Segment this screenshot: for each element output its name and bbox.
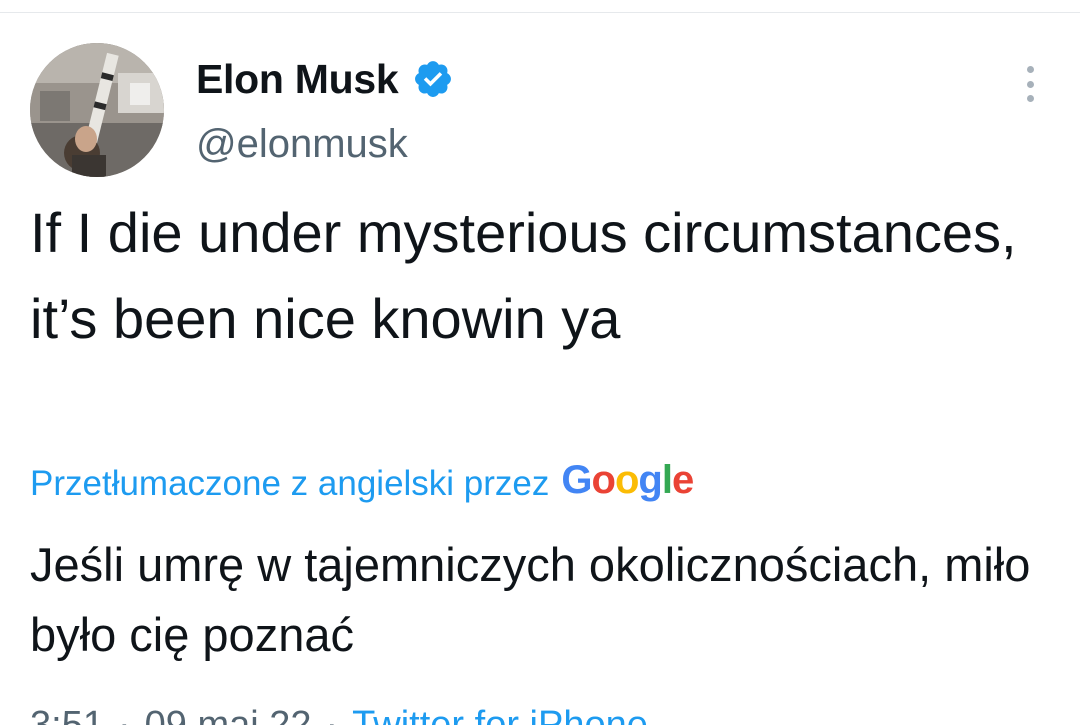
google-logo: Google xyxy=(561,458,694,502)
translated-text: Jeśli umrę w tajemniczych okolicznościac… xyxy=(30,538,1031,661)
more-dot xyxy=(1026,80,1034,88)
tweet-source[interactable]: Twitter for iPhone xyxy=(352,700,648,725)
translation-label[interactable]: Przetłumaczone z angielski przez xyxy=(30,464,549,504)
tweet-meta: 3:51 · 09 maj 22 · Twitter for iPhone xyxy=(30,700,648,725)
author-name[interactable]: Elon Musk xyxy=(196,58,399,100)
meta-separator: · xyxy=(117,704,131,725)
avatar-photo xyxy=(30,43,164,177)
translation-attribution: Przetłumaczone z angielski przez Google xyxy=(30,458,694,510)
tweet-date: 09 maj 22 xyxy=(144,704,312,725)
tweet-time: 3:51 xyxy=(30,704,104,725)
avatar[interactable] xyxy=(30,43,164,177)
more-dot xyxy=(1026,66,1034,73)
author-handle[interactable]: @elonmusk xyxy=(196,122,408,166)
tweet-text: If I die under mysterious circumstances,… xyxy=(30,201,1017,350)
meta-separator-2: · xyxy=(325,704,339,725)
more-options-icon[interactable] xyxy=(1012,62,1048,106)
top-divider xyxy=(0,12,1080,13)
verified-badge-icon xyxy=(412,58,454,100)
more-dot xyxy=(1026,95,1034,102)
author-row: Elon Musk xyxy=(196,54,454,104)
